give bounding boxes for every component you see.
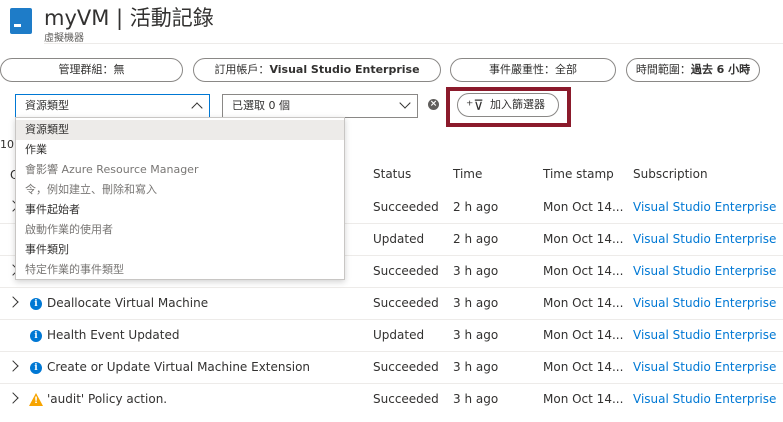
filter-type-dropdown-value: 資源類型 [25, 99, 69, 112]
virtual-machine-icon [10, 8, 32, 34]
warning-glyph: ! [34, 396, 39, 406]
row-time: 3 h ago [453, 360, 499, 374]
table-row[interactable]: i Deallocate Virtual Machine Succeeded 3… [0, 288, 783, 320]
filter-type-options: 資源類型 作業 會影響 Azure Resource Manager 令，例如建… [15, 117, 345, 280]
timespan-filter[interactable]: 時間範圍：過去 6 小時 [626, 58, 760, 82]
row-status: Succeeded [373, 360, 439, 374]
table-row[interactable]: ! 'audit' Policy action. Succeeded 3 h a… [0, 384, 783, 416]
row-operation-name: Deallocate Virtual Machine [47, 296, 209, 310]
clear-filter-icon[interactable]: × [428, 99, 439, 110]
row-time: 2 h ago [453, 200, 499, 214]
add-filter-label: 加入篩選器 [490, 98, 545, 111]
row-timestamp: Mon Oct 14... [543, 232, 624, 246]
option-event-initiator-description: 啟動作業的使用者 [25, 223, 113, 236]
option-event-category-description: 特定作業的事件類型 [25, 263, 124, 276]
row-operation-name: Create or Update Virtual Machine Extensi… [47, 360, 311, 374]
header-divider [44, 43, 783, 44]
row-status: Succeeded [373, 200, 439, 214]
add-filter-icon: ⁺⊽ [466, 98, 484, 114]
row-timestamp: Mon Oct 14... [543, 296, 624, 310]
row-subscription-link[interactable]: Visual Studio Enterprise [633, 232, 776, 246]
row-subscription-link[interactable]: Visual Studio Enterprise [633, 328, 776, 342]
row-subscription-link[interactable]: Visual Studio Enterprise [633, 360, 776, 374]
table-row[interactable]: i Health Event Updated Updated 3 h ago M… [0, 320, 783, 352]
chevron-right-icon[interactable] [7, 392, 19, 404]
chevron-up-icon [191, 102, 203, 114]
row-subscription-link[interactable]: Visual Studio Enterprise [633, 200, 776, 214]
filter-value-dropdown[interactable]: 已選取 0 個 [222, 94, 418, 118]
timespan-filter-prefix: 時間範圍： [635, 63, 691, 76]
column-header-subscription[interactable]: Subscription [633, 167, 708, 181]
filter-type-dropdown[interactable]: 資源類型 [15, 94, 210, 118]
column-header-status[interactable]: Status [373, 167, 411, 181]
option-operation[interactable]: 作業 [16, 140, 344, 160]
table-row[interactable]: i Create or Update Virtual Machine Exten… [0, 352, 783, 384]
row-time: 3 h ago [453, 392, 499, 406]
row-status: Updated [373, 232, 425, 246]
info-icon: i [30, 362, 42, 374]
row-operation-name: 'audit' Policy action. [47, 392, 168, 406]
resource-group-filter-label: 管理群組：無 [58, 63, 125, 76]
page-title: myVM | 活動記錄 [44, 6, 214, 30]
row-time: 3 h ago [453, 328, 499, 342]
option-operation-description: 會影響 Azure Resource Manager [25, 163, 199, 176]
chevron-down-icon [399, 97, 411, 109]
row-time: 2 h ago [453, 232, 499, 246]
row-timestamp: Mon Oct 14... [543, 328, 624, 342]
row-status: Succeeded [373, 296, 439, 310]
option-event-category[interactable]: 事件類別 [16, 240, 344, 260]
info-icon: i [30, 330, 42, 342]
row-subscription-link[interactable]: Visual Studio Enterprise [633, 296, 776, 310]
info-icon: i [30, 298, 42, 310]
column-header-time[interactable]: Time [453, 167, 482, 181]
chevron-right-icon[interactable] [7, 360, 19, 372]
option-resource-type[interactable]: 資源類型 [16, 120, 344, 140]
row-subscription-link[interactable]: Visual Studio Enterprise [633, 264, 776, 278]
subscription-filter-value: Visual Studio Enterprise [269, 63, 420, 76]
result-count: 10 [0, 138, 14, 151]
resource-group-filter[interactable]: 管理群組：無 [0, 58, 183, 82]
chevron-right-icon[interactable] [7, 296, 19, 308]
row-status: Succeeded [373, 392, 439, 406]
page-subtitle: 虛擬機器 [44, 33, 84, 44]
add-filter-button[interactable]: ⁺⊽ 加入篩選器 [457, 93, 559, 117]
severity-filter[interactable]: 事件嚴重性：全部 [450, 58, 616, 82]
row-time: 3 h ago [453, 296, 499, 310]
option-operation-description-cont: 令，例如建立、刪除和寫入 [25, 183, 157, 196]
row-subscription-link[interactable]: Visual Studio Enterprise [633, 392, 776, 406]
severity-filter-label: 事件嚴重性：全部 [489, 63, 577, 76]
subscription-filter-prefix: 訂用帳戶： [214, 63, 270, 76]
row-time: 3 h ago [453, 264, 499, 278]
timespan-filter-value: 過去 6 小時 [690, 63, 751, 76]
filter-value-dropdown-value: 已選取 0 個 [232, 99, 290, 112]
row-operation-name: Health Event Updated [47, 328, 180, 342]
row-status: Succeeded [373, 264, 439, 278]
row-timestamp: Mon Oct 14... [543, 392, 624, 406]
option-event-initiator[interactable]: 事件起始者 [16, 200, 344, 220]
row-timestamp: Mon Oct 14... [543, 200, 624, 214]
row-status: Updated [373, 328, 425, 342]
column-header-timestamp[interactable]: Time stamp [543, 167, 614, 181]
subscription-filter[interactable]: 訂用帳戶：Visual Studio Enterprise [193, 58, 441, 82]
row-timestamp: Mon Oct 14... [543, 264, 624, 278]
warning-icon: ! [29, 393, 43, 406]
row-timestamp: Mon Oct 14... [543, 360, 624, 374]
